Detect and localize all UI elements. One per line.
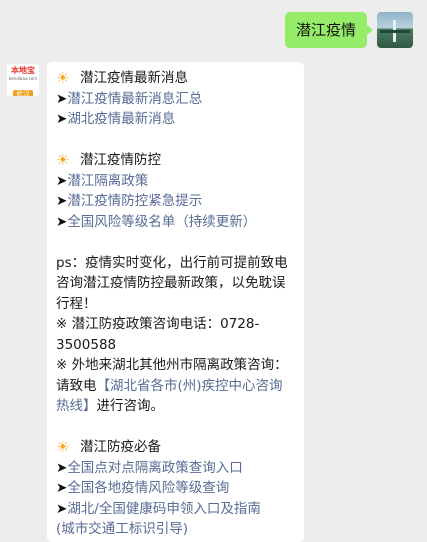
link-item[interactable]: ➤全国点对点隔离政策查询入口 — [56, 458, 296, 479]
sun-icon: ☀ — [56, 69, 70, 87]
link-text[interactable]: 潜江疫情最新消息汇总 — [67, 91, 202, 107]
link-text[interactable]: 潜江疫情防控紧急提示 — [67, 193, 202, 209]
link-item[interactable]: ➤湖北/全国健康码申领入口及指南 — [56, 499, 296, 520]
arrow-right-icon: ➤ — [56, 480, 68, 496]
other-city-notice: ※ 外地来湖北其他州市隔离政策咨询：请致电【湖北省各市(州)疾控中心咨询热线】进… — [56, 355, 296, 417]
section-title: 潜江防疫必备 — [80, 439, 161, 455]
my-avatar[interactable] — [377, 12, 413, 48]
sun-icon: ☀ — [56, 438, 70, 456]
arrow-right-icon: ➤ — [56, 213, 68, 230]
bot-site: bendibao.com — [8, 76, 38, 81]
link-text[interactable]: 全国点对点隔离政策查询入口 — [67, 460, 243, 476]
other-suffix: 进行咨询。 — [96, 398, 165, 414]
link-item[interactable]: ➤湖北疫情最新消息 — [56, 109, 296, 130]
link-text[interactable]: 潜江隔离政策 — [67, 173, 148, 189]
link-item[interactable]: ➤潜江疫情防控紧急提示 — [56, 191, 296, 212]
arrow-right-icon: ➤ — [56, 111, 68, 127]
link-item[interactable]: (城市交通工标识引导) — [56, 519, 296, 540]
avatar-rail — [380, 30, 410, 33]
link-item[interactable]: ➤全国风险等级名单（持续更新） — [56, 212, 296, 233]
arrow-right-icon: ➤ — [56, 193, 68, 209]
bot-avatar[interactable]: 本地宝 bendibao.com 武汉 — [7, 64, 39, 96]
outgoing-message-row: 潜江疫情 — [284, 12, 413, 48]
section-heading: ☀ 潜江防疫必备 — [56, 437, 296, 458]
arrow-right-icon: ➤ — [56, 500, 68, 517]
link-item[interactable]: ➤潜江疫情最新消息汇总 — [56, 89, 296, 110]
incoming-message-bubble: ☀ 潜江疫情最新消息 ➤潜江疫情最新消息汇总 ➤湖北疫情最新消息 ☀ 潜江疫情防… — [47, 62, 304, 542]
link-text[interactable]: 湖北疫情最新消息 — [67, 111, 175, 127]
section-title: 潜江疫情防控 — [80, 152, 161, 168]
link-item[interactable]: ➤潜江隔离政策 — [56, 171, 296, 192]
outgoing-message-bubble[interactable]: 潜江疫情 — [284, 12, 374, 48]
link-text[interactable]: 全国各地疫情风险等级查询 — [67, 480, 229, 496]
section-title: 潜江疫情最新消息 — [80, 70, 188, 86]
link-text[interactable]: (城市交通工标识引导) — [56, 521, 188, 537]
link-text[interactable]: 全国风险等级名单（持续更新） — [67, 214, 256, 230]
arrow-right-icon: ➤ — [56, 459, 68, 476]
ps-notice: ps：疫情实时变化，出行前可提前致电咨询潜江疫情防控最新政策，以免耽误行程！ — [56, 254, 288, 312]
sun-icon: ☀ — [56, 151, 70, 169]
arrow-right-icon: ➤ — [56, 90, 68, 107]
arrow-right-icon: ➤ — [56, 172, 68, 189]
bot-brand: 本地宝 — [11, 66, 35, 75]
link-text[interactable]: 湖北/全国健康码申领入口及指南 — [67, 501, 261, 517]
section-heading: ☀ 潜江疫情最新消息 — [56, 68, 296, 89]
section-heading: ☀ 潜江疫情防控 — [56, 150, 296, 171]
bot-city-badge: 武汉 — [13, 90, 33, 96]
hotline-notice: ※ 潜江防疫政策咨询电话：0728-3500588 — [56, 316, 260, 353]
link-item[interactable]: ➤全国各地疫情风险等级查询 — [56, 478, 296, 499]
